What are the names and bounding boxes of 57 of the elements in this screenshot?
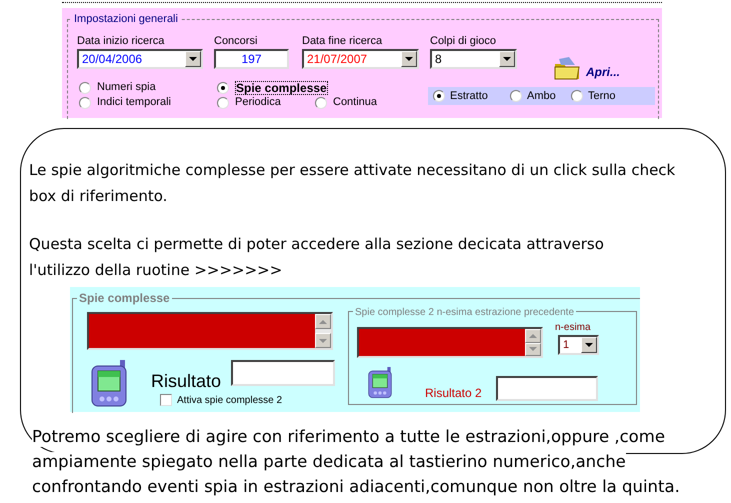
field-label: Data fine ricerca (302, 34, 382, 49)
radio-label: Spie complesse (235, 81, 328, 95)
dropdown[interactable]: 8 (430, 49, 517, 69)
radio-button[interactable] (571, 90, 583, 102)
radio-label: Continua (333, 96, 378, 108)
dropdown-button[interactable] (581, 337, 597, 353)
bubble-text: l'utilizzo della ruotine >>>>>>> (29, 261, 282, 279)
input-field[interactable] (496, 376, 598, 401)
result-label: Risultato (151, 372, 222, 391)
field-label: Data inizio ricerca (77, 34, 164, 49)
scroll-down-button[interactable] (315, 333, 331, 348)
radio-label: Indici temporali (97, 96, 171, 108)
caption-text: Potremo scegliere di agire con riferimento a tutte le estrazioni,oppure ,come (32, 427, 665, 447)
field-label: Colpi di gioco (430, 34, 496, 49)
radio-label: Terno (588, 89, 616, 104)
dropdown[interactable]: 1 (558, 335, 599, 355)
caption-text: confrontando eventi spia in estrazioni adiacenti,comunque non oltre la quinta. (32, 477, 680, 497)
dropdown[interactable]: 21/07/2007 (302, 49, 419, 69)
input-field[interactable]: 197 (214, 49, 289, 69)
radio-button[interactable] (79, 82, 91, 94)
scrollbar[interactable] (525, 329, 541, 356)
radio-label: Ambo (527, 89, 556, 104)
list-box[interactable] (357, 327, 543, 358)
handheld-device-icon (367, 367, 393, 399)
radio-button[interactable] (79, 97, 91, 109)
group-title: Impostazioni generali (72, 11, 180, 28)
dropdown-button[interactable] (185, 51, 201, 67)
scroll-up-button[interactable] (525, 329, 541, 342)
result-label: Risultato 2 (425, 385, 482, 402)
radio-button[interactable] (217, 97, 229, 109)
handheld-device-icon (89, 360, 129, 408)
field-label: n-esima (555, 321, 591, 335)
scroll-down-button[interactable] (525, 342, 541, 356)
radio-label: Periodica (235, 96, 281, 108)
dropdown-button[interactable] (499, 51, 515, 67)
dropdown[interactable]: 20/04/2006 (77, 49, 203, 69)
scroll-up-button[interactable] (315, 314, 331, 329)
radio-label: Estratto (450, 89, 488, 104)
checkbox[interactable] (160, 394, 172, 406)
radio-button[interactable] (433, 90, 445, 102)
dropdown-button[interactable] (401, 51, 417, 67)
folder-icon (553, 56, 581, 80)
bubble-text: Le spie algoritmiche complesse per essere attivate necessitano di un click sulla check (29, 161, 676, 179)
radio-label: Numeri spia (97, 81, 156, 93)
radio-button[interactable] (510, 90, 522, 102)
list-box[interactable] (87, 312, 333, 350)
input-field[interactable] (231, 360, 335, 386)
bubble-text: box di riferimento. (29, 187, 168, 205)
caption-text: ampiamente spiegato nella parte dedicata al tastierino numerico,anche (32, 452, 626, 472)
radio-button[interactable] (217, 82, 229, 94)
group-title: Spie complesse 2 n-esima estrazione precedente (353, 305, 576, 320)
bubble-text: Questa scelta ci permette di poter accedere alla sezione decicata attraverso (29, 235, 604, 253)
open-link[interactable]: Apri... (586, 63, 620, 81)
checkbox-label: Attiva spie complesse 2 (177, 394, 282, 408)
radio-button[interactable] (315, 97, 327, 109)
field-label: Concorsi (214, 34, 258, 49)
scrollbar[interactable] (315, 314, 331, 348)
